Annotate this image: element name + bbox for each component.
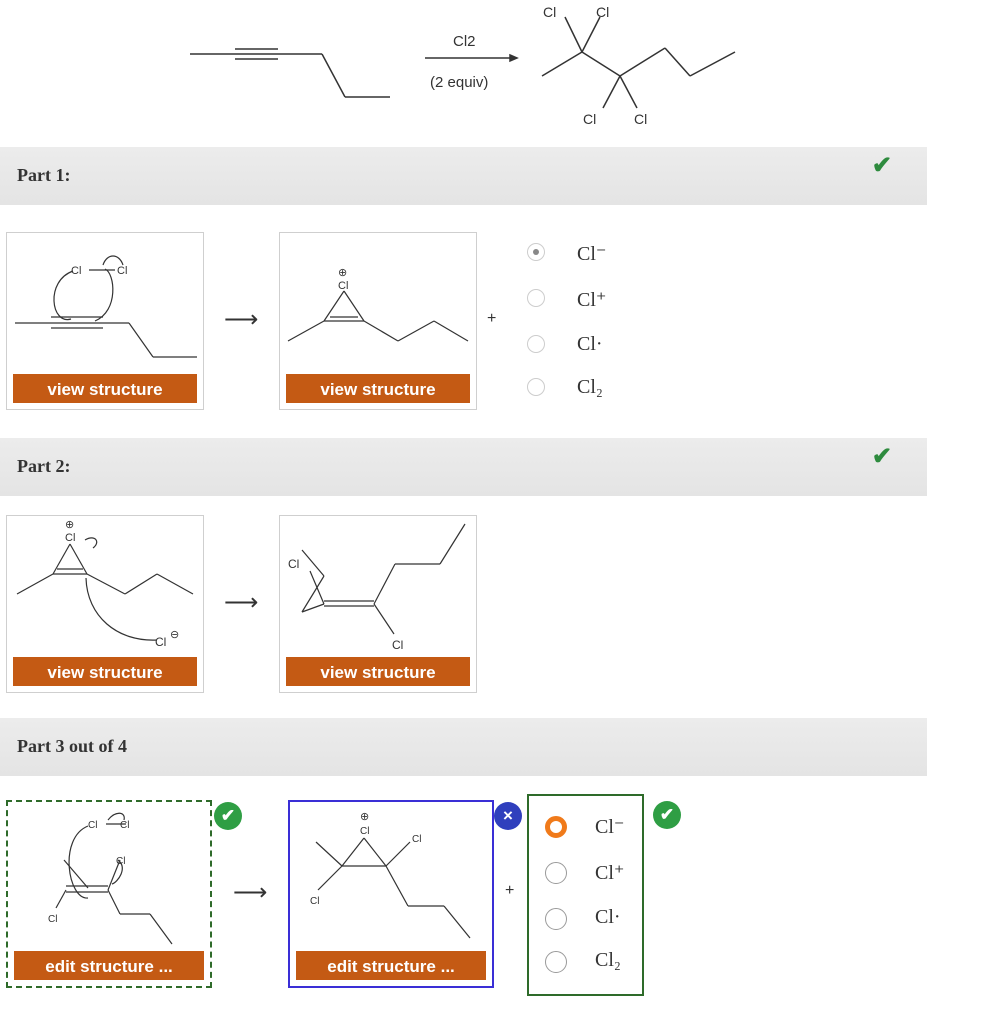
part-2-reactant-structure: ⊕ Cl Cl ⊖ xyxy=(16,519,194,649)
part-1-reactant-card: Cl Cl view structure xyxy=(6,232,204,410)
cl-atom: Cl xyxy=(310,896,319,907)
part-2-product-card: Cl Cl view structure xyxy=(279,515,477,693)
option-label: Cl₂ xyxy=(577,376,603,398)
conditions-label: (2 equiv) xyxy=(430,74,488,91)
part-3-options-box: Cl⁻ Cl⁺ Cl· Cl₂ xyxy=(527,794,644,996)
reaction-svg: Cl2 (2 equiv) Cl Cl Cl Cl xyxy=(190,4,736,127)
view-structure-button[interactable]: view structure xyxy=(13,657,197,686)
view-structure-button[interactable]: view structure xyxy=(286,657,470,686)
reagent-label: Cl2 xyxy=(453,33,476,50)
check-icon: ✔ xyxy=(871,443,892,470)
option-cl-radical[interactable]: Cl· xyxy=(545,906,685,932)
option-cl-minus[interactable]: Cl⁻ xyxy=(527,243,667,267)
radio-button[interactable] xyxy=(527,335,545,353)
cl-atom: Cl xyxy=(117,265,127,277)
view-structure-button[interactable]: view structure xyxy=(13,374,197,403)
option-label: Cl₂ xyxy=(595,949,621,971)
part-3-reactant-structure: Cl Cl Cl Cl xyxy=(48,812,173,945)
part-1-product-card: ⊕ Cl view structure xyxy=(279,232,477,410)
cl-atom: Cl xyxy=(116,856,125,867)
part-2-product-structure: Cl Cl xyxy=(288,523,466,652)
part-1-title: Part 1: xyxy=(17,165,71,185)
part-2-title: Part 2: xyxy=(17,456,71,476)
option-cl2[interactable]: Cl₂ xyxy=(527,376,667,402)
correct-check-icon: ✔ xyxy=(653,801,681,829)
option-label: Cl⁻ xyxy=(595,816,625,838)
reaction-arrow: ⟶ xyxy=(224,306,259,333)
reaction-arrow: ⟶ xyxy=(224,589,259,616)
radio-button[interactable] xyxy=(545,816,567,838)
cl-atom: Cl xyxy=(48,914,57,925)
edit-structure-button[interactable]: edit structure ... xyxy=(296,951,486,980)
cl-atom: Cl xyxy=(65,532,75,544)
correct-check-icon: ✔ xyxy=(214,802,242,830)
radio-button[interactable] xyxy=(527,289,545,307)
product-cl-4: Cl xyxy=(634,111,647,127)
plus-sign: + xyxy=(505,882,515,899)
part-3-header: Part 3 out of 4 xyxy=(0,718,927,776)
cl-atom: Cl xyxy=(71,265,81,277)
cl-atom: Cl xyxy=(120,820,129,831)
part-3-reactant-card[interactable]: Cl Cl Cl Cl edit structure ... xyxy=(6,800,212,988)
part-1-header: Part 1: ✔ xyxy=(0,147,927,205)
radio-button[interactable] xyxy=(545,951,567,973)
part-1-reactant-structure: Cl Cl xyxy=(15,255,197,358)
radio-button[interactable] xyxy=(545,862,567,884)
cl-atom: Cl xyxy=(288,557,299,571)
option-label: Cl⁺ xyxy=(595,862,625,884)
product-cl-1: Cl xyxy=(543,4,556,20)
part-1-product-structure: ⊕ Cl xyxy=(287,267,469,342)
part-2-header: Part 2: ✔ xyxy=(0,438,927,496)
view-structure-button[interactable]: view structure xyxy=(286,374,470,403)
option-cl-plus[interactable]: Cl⁺ xyxy=(527,289,667,313)
option-cl-radical[interactable]: Cl· xyxy=(527,333,667,359)
edit-structure-button[interactable]: edit structure ... xyxy=(14,951,204,980)
option-cl-plus[interactable]: Cl⁺ xyxy=(545,862,685,886)
cl-atom: Cl xyxy=(88,820,97,831)
cl-atom: Cl xyxy=(155,635,166,649)
option-label: Cl· xyxy=(577,333,603,355)
minus-charge-icon: ⊖ xyxy=(170,629,179,641)
cl-atom: Cl xyxy=(412,834,421,845)
part-2-reactant-card: ⊕ Cl Cl ⊖ view structure xyxy=(6,515,204,693)
part-1-options: Cl⁻ Cl⁺ Cl· Cl₂ xyxy=(527,243,687,413)
plus-charge-icon: ⊕ xyxy=(360,811,369,823)
check-icon: ✔ xyxy=(871,152,892,179)
cl-atom: Cl xyxy=(338,280,348,292)
product-cl-2: Cl xyxy=(596,4,609,20)
plus-charge-icon: ⊕ xyxy=(65,519,74,531)
radio-button[interactable] xyxy=(527,243,545,261)
reaction-arrow: ⟶ xyxy=(233,879,268,906)
option-label: Cl· xyxy=(595,906,621,928)
radio-button[interactable] xyxy=(527,378,545,396)
option-label: Cl⁺ xyxy=(577,289,607,311)
option-label: Cl⁻ xyxy=(577,243,607,265)
plus-charge-icon: ⊕ xyxy=(338,267,347,279)
part-3-title: Part 3 out of 4 xyxy=(17,736,127,756)
option-cl2[interactable]: Cl₂ xyxy=(545,949,685,975)
part-3-product-structure: ⊕ Cl Cl Cl xyxy=(310,811,471,939)
cl-atom: Cl xyxy=(360,826,369,837)
part-3-product-card[interactable]: ⊕ Cl Cl Cl edit structure ... xyxy=(288,800,494,988)
reaction-scheme: Cl2 (2 equiv) Cl Cl Cl Cl xyxy=(0,0,991,140)
plus-sign: + xyxy=(487,310,497,327)
cl-atom: Cl xyxy=(392,638,403,652)
radio-button[interactable] xyxy=(545,908,567,930)
incorrect-close-icon[interactable]: × xyxy=(494,802,522,830)
product-cl-3: Cl xyxy=(583,111,596,127)
